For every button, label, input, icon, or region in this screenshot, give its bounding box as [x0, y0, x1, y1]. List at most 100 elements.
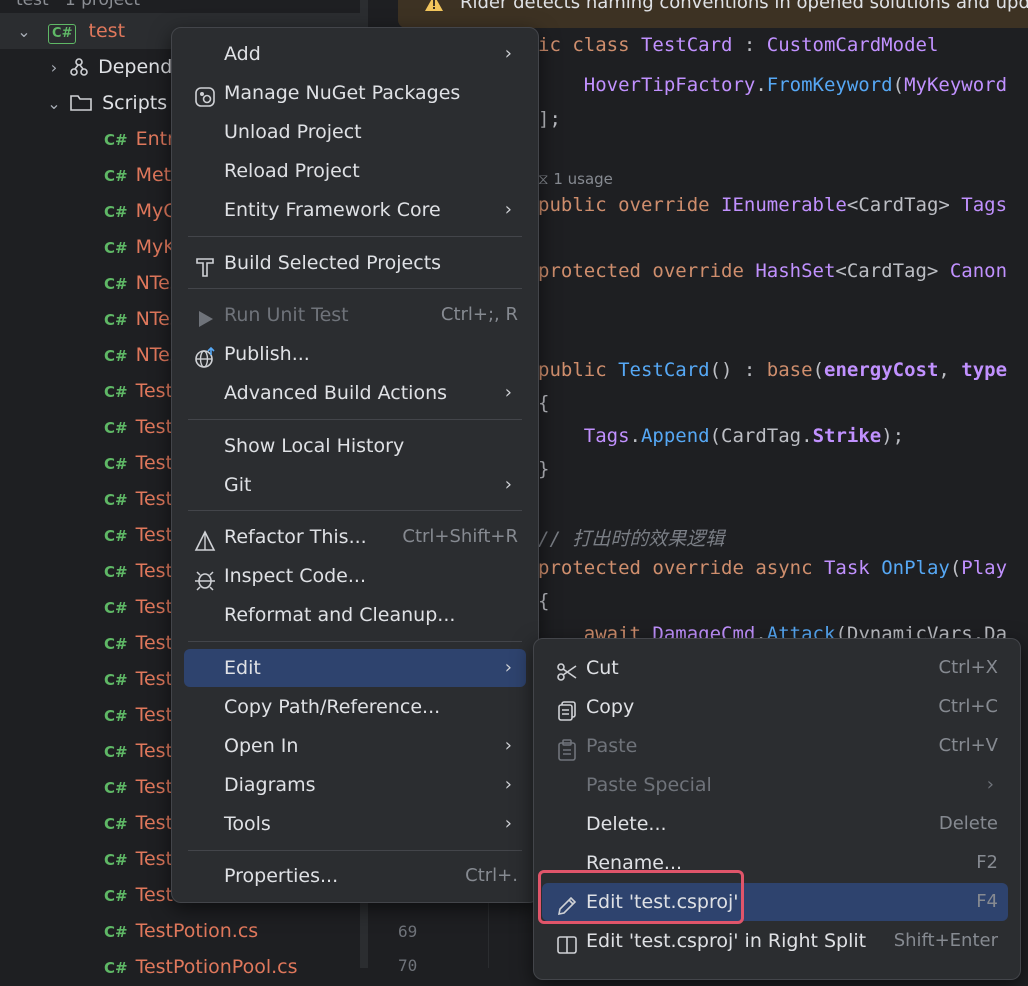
code-line: public TestCard() : base(energyCost, typ…: [538, 359, 1008, 381]
csharp-file-icon: C#: [104, 239, 128, 257]
menu-item-copy-path-reference[interactable]: Copy Path/Reference...: [184, 688, 526, 726]
menu-item-label: Entity Framework Core: [224, 199, 441, 221]
tree-row-scripts[interactable]: ⌄ Scripts: [44, 85, 167, 121]
code-line: public override IEnumerable<CardTag> Tag…: [538, 194, 1008, 216]
menu-item-label: Tools: [224, 813, 271, 835]
scissors-icon: [556, 658, 578, 681]
submenu-item-cut[interactable]: Cut Ctrl+X: [542, 649, 1008, 687]
csharp-file-icon: C#: [104, 779, 128, 797]
chevron-right-icon: ›: [504, 382, 512, 403]
csharp-file-icon: C#: [104, 131, 128, 149]
menu-item-label: Reload Project: [224, 160, 360, 182]
menu-item-label: Build Selected Projects: [224, 252, 442, 274]
menu-item-properties[interactable]: Properties... Ctrl+.: [184, 857, 526, 895]
chevron-right-icon: ›: [504, 813, 512, 834]
submenu-item-shortcut: Ctrl+C: [938, 696, 998, 717]
menu-item-open-in[interactable]: Open In ›: [184, 727, 526, 765]
menu-item-shortcut: Ctrl+;, R: [440, 304, 518, 325]
submenu-item-delete[interactable]: Delete... Delete: [542, 805, 1008, 843]
edit-submenu: Cut Ctrl+X Copy Ctrl+C Paste Ctrl+V Paste Spec…: [533, 638, 1021, 980]
menu-item-shortcut: Ctrl+.: [465, 865, 518, 886]
menu-item-tools[interactable]: Tools ›: [184, 805, 526, 843]
inspect-icon: [194, 566, 216, 591]
submenu-item-label: Paste Special: [586, 774, 712, 796]
submenu-item-shortcut: F2: [976, 852, 998, 873]
submenu-item-label: Cut: [586, 657, 619, 679]
tree-row-file[interactable]: C# NTes: [104, 337, 180, 373]
file-name: TestPotion.cs: [135, 920, 259, 942]
tree-row-file[interactable]: C# NTes: [104, 265, 180, 301]
menu-item-add[interactable]: Add ›: [184, 35, 526, 73]
csharp-file-icon: C#: [104, 887, 128, 905]
menu-item-reformat-and-cleanup[interactable]: Reformat and Cleanup...: [184, 596, 526, 634]
annotation-highlight-box: [538, 870, 744, 924]
chevron-right-icon: ›: [504, 43, 512, 64]
usage-hint[interactable]: ⧖ 1 usage: [538, 170, 613, 188]
chevron-right-icon: ›: [504, 774, 512, 795]
menu-item-reload-project[interactable]: Reload Project: [184, 152, 526, 190]
menu-item-unload-project[interactable]: Unload Project: [184, 113, 526, 151]
csharp-file-icon: C#: [104, 167, 128, 185]
code-line: ic class TestCard : CustomCardModel: [538, 34, 939, 56]
chevron-right-icon: ›: [504, 657, 512, 678]
chevron-right-icon[interactable]: ›: [44, 50, 64, 86]
menu-item-git[interactable]: Git ›: [184, 466, 526, 504]
menu-item-edit[interactable]: Edit ›: [184, 649, 526, 687]
line-number: 69: [398, 922, 418, 941]
chevron-right-icon: ›: [504, 735, 512, 756]
code-line: protected override HashSet<CardTag> Cano…: [538, 260, 1008, 282]
submenu-item-label: Copy: [586, 696, 635, 718]
csharp-file-icon: C#: [104, 743, 128, 761]
tree-row-file[interactable]: C# MyC: [104, 193, 176, 229]
refactor-icon: [194, 527, 216, 551]
csharp-file-icon: C#: [104, 815, 128, 833]
split-icon: [556, 931, 578, 954]
menu-item-build-selected-projects[interactable]: Build Selected Projects: [184, 244, 526, 282]
file-name: MyK: [135, 236, 176, 258]
notification-text: Rider detects naming conventions in open…: [460, 0, 1028, 13]
menu-separator: [188, 510, 522, 511]
menu-item-label: Git: [224, 474, 252, 496]
csharp-project-icon: C#: [48, 24, 77, 44]
code-line: Tags.Append(CardTag.Strike);: [538, 425, 905, 447]
csharp-file-icon: C#: [104, 419, 128, 437]
menu-item-diagrams[interactable]: Diagrams ›: [184, 766, 526, 804]
submenu-item-paste-special[interactable]: Paste Special ›: [542, 766, 1008, 804]
csharp-file-icon: C#: [104, 563, 128, 581]
menu-item-entity-framework-core[interactable]: Entity Framework Core ›: [184, 191, 526, 229]
usage-icon: ⧖: [538, 170, 554, 188]
tree-row-file[interactable]: C# TestPotionPool.cs: [104, 949, 298, 985]
csharp-file-icon: C#: [104, 491, 128, 509]
submenu-item-shortcut: F4: [976, 891, 998, 912]
code-line: }: [538, 458, 550, 480]
menu-item-label: Advanced Build Actions: [224, 382, 448, 404]
menu-item-inspect-code[interactable]: Inspect Code...: [184, 557, 526, 595]
chevron-down-icon[interactable]: ⌄: [14, 14, 34, 50]
menu-item-run-unit-test[interactable]: Run Unit Test Ctrl+;, R: [184, 296, 526, 334]
dependencies-icon: [70, 49, 92, 85]
menu-item-manage-nuget-packages[interactable]: Manage NuGet Packages: [184, 74, 526, 112]
submenu-item-edit-test-csproj-in-right-split[interactable]: Edit 'test.csproj' in Right Split Shift+E…: [542, 922, 1008, 960]
tree-row-file[interactable]: C# NTes: [104, 301, 180, 337]
menu-item-publish[interactable]: Publish...: [184, 335, 526, 373]
tree-row-file[interactable]: C# TestPotion.cs: [104, 913, 258, 949]
menu-separator: [188, 236, 522, 237]
csharp-file-icon: C#: [104, 923, 128, 941]
code-line: HoverTipFactory.FromKeyword(MyKeyword: [538, 74, 1008, 96]
menu-item-advanced-build-actions[interactable]: Advanced Build Actions ›: [184, 374, 526, 412]
csharp-file-icon: C#: [104, 203, 128, 221]
paste-icon: [556, 736, 578, 761]
tree-item-label: Scripts: [102, 92, 168, 114]
menu-item-refactor-this[interactable]: Refactor This... Ctrl+Shift+R: [184, 518, 526, 556]
submenu-item-copy[interactable]: Copy Ctrl+C: [542, 688, 1008, 726]
submenu-item-shortcut: Ctrl+V: [938, 735, 998, 756]
chevron-down-icon[interactable]: ⌄: [44, 86, 64, 122]
hammer-icon: [194, 253, 216, 277]
menu-item-show-local-history[interactable]: Show Local History: [184, 427, 526, 465]
menu-item-label: Diagrams: [224, 774, 316, 796]
tree-row-file[interactable]: C# MyK: [104, 229, 176, 265]
code-line: {: [538, 590, 550, 612]
submenu-item-paste[interactable]: Paste Ctrl+V: [542, 727, 1008, 765]
csharp-file-icon: C#: [104, 599, 128, 617]
menu-separator: [188, 288, 522, 289]
